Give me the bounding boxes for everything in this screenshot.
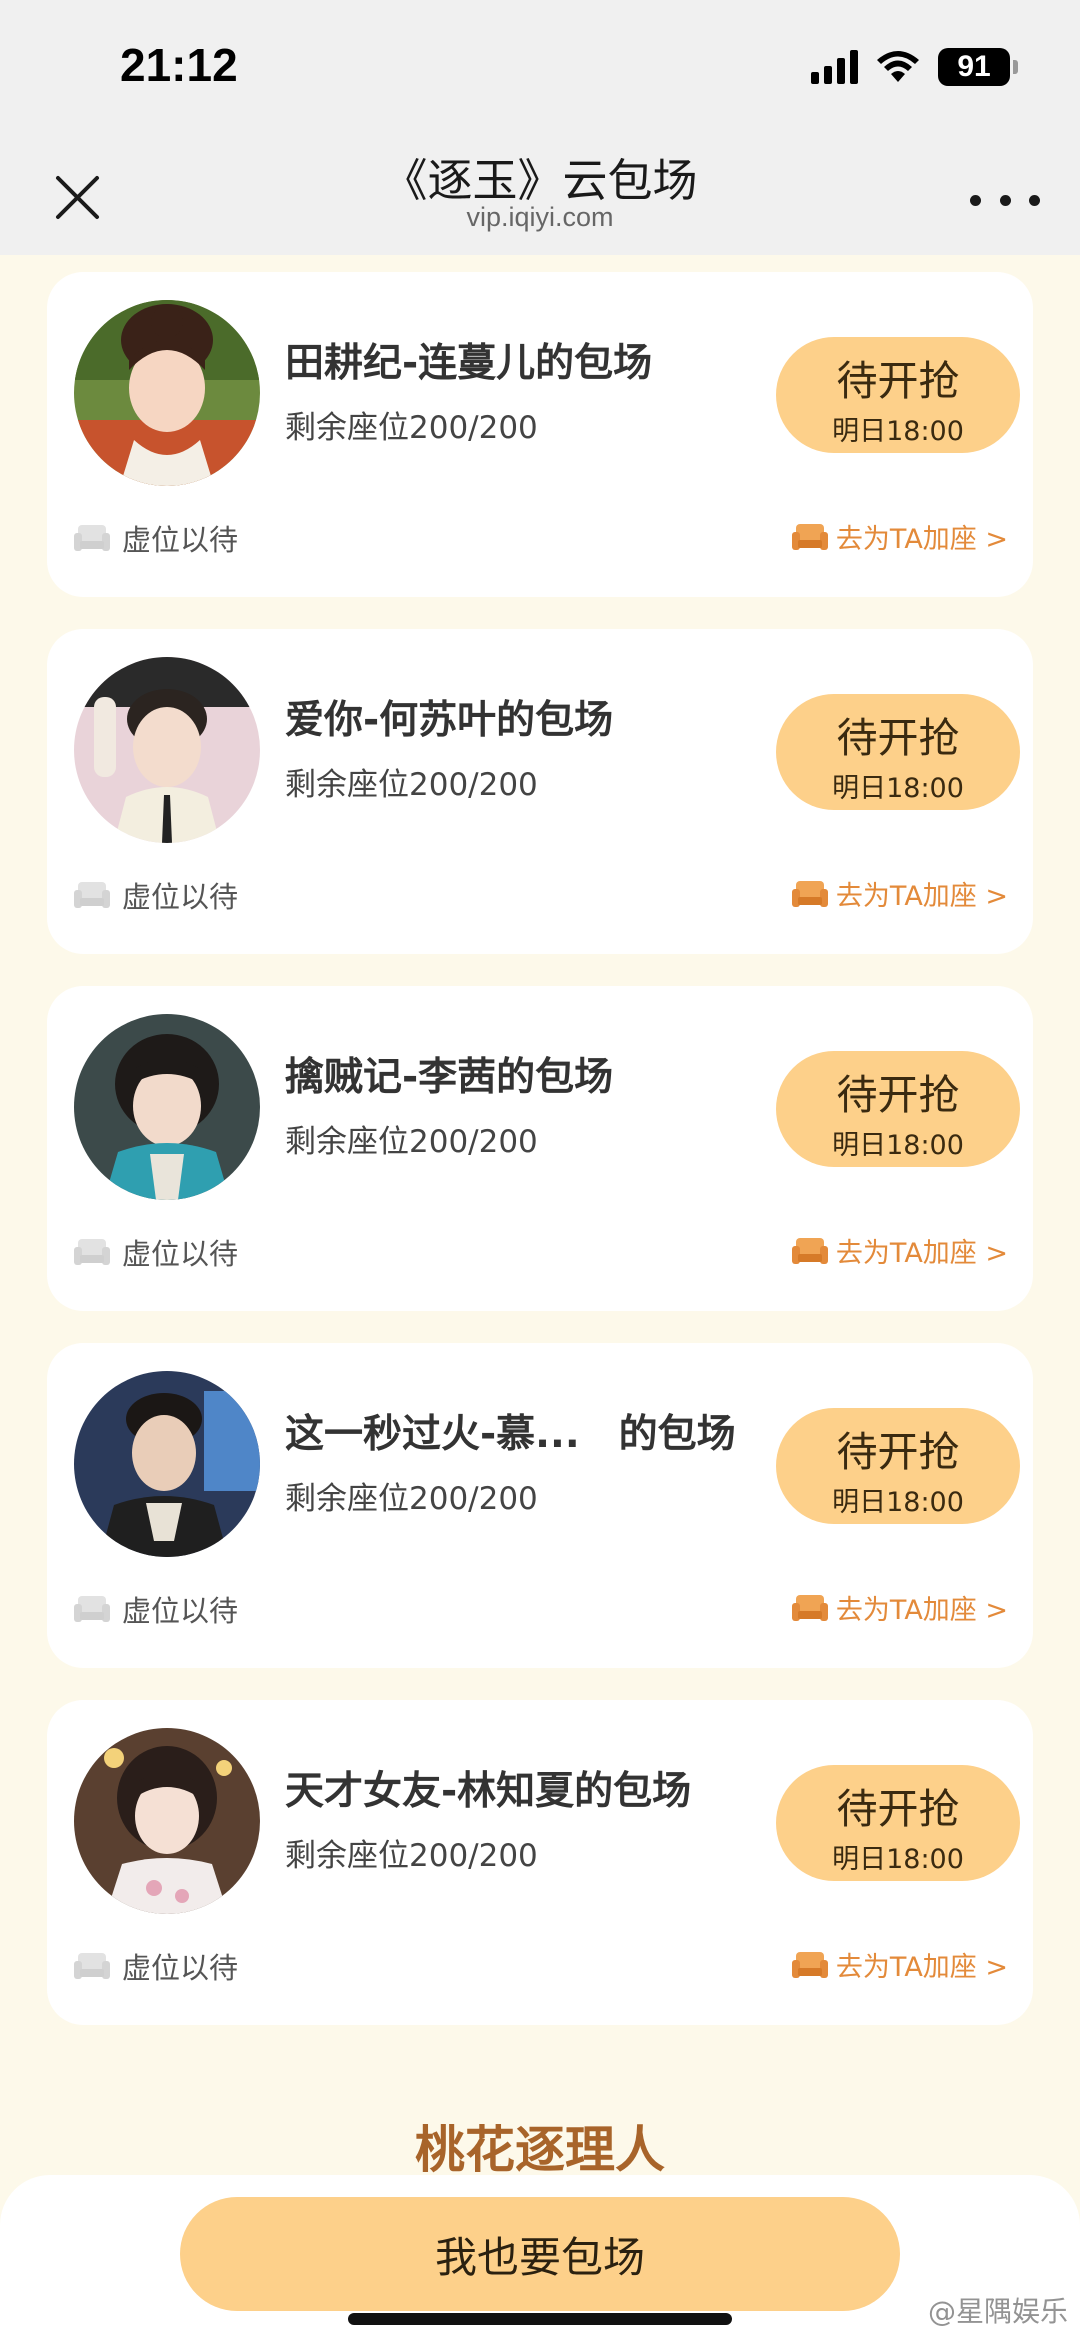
status-time: 21:12 (120, 39, 238, 91)
page-url: vip.iqiyi.com (466, 202, 614, 232)
seat-icon-orange (791, 1594, 828, 1621)
more-button[interactable] (970, 170, 1040, 230)
grab-button-label: 待开抢 (836, 1071, 960, 1119)
seat-icon-orange (791, 1237, 828, 1264)
booking-card[interactable]: 田耕纪-连蔓儿的包场 剩余座位200/200 待开抢 明日18:00 虚位以待 … (47, 272, 1033, 597)
status-icons: 91 (811, 48, 1018, 86)
avatar (74, 300, 260, 486)
nav-bar: 《逐玉》云包场 vip.iqiyi.com (0, 140, 1080, 255)
seat-icon-gray (74, 1239, 110, 1265)
booking-card[interactable]: 爱你-何苏叶的包场 剩余座位200/200 待开抢 明日18:00 虚位以待 去… (47, 629, 1033, 954)
seat-count: 剩余座位200/200 (285, 1481, 538, 1517)
grab-button[interactable]: 待开抢 明日18:00 (776, 1051, 1020, 1167)
seat-icon-orange (791, 1951, 828, 1978)
wifi-icon (877, 51, 919, 82)
add-seat-text: 去为TA加座 > (835, 1952, 1008, 1983)
battery-icon: 91 (938, 48, 1018, 86)
grab-button-label: 待开抢 (836, 1785, 960, 1833)
wait-status: 虚位以待 (74, 874, 238, 916)
card-list: 田耕纪-连蔓儿的包场 剩余座位200/200 待开抢 明日18:00 虚位以待 … (47, 272, 1033, 2057)
grab-button-label: 待开抢 (836, 1428, 960, 1476)
wait-text: 虚位以待 (122, 523, 239, 557)
grab-button-time: 明日18:00 (832, 773, 964, 804)
card-title: 爱你-何苏叶的包场 (285, 698, 614, 743)
booking-card[interactable]: 擒贼记-李茜的包场 剩余座位200/200 待开抢 明日18:00 虚位以待 去… (47, 986, 1033, 1311)
grab-button[interactable]: 待开抢 明日18:00 (776, 1408, 1020, 1524)
add-seat-text: 去为TA加座 > (835, 1595, 1008, 1626)
avatar (74, 657, 260, 843)
seat-icon-gray (74, 1953, 110, 1979)
more-icon (970, 194, 981, 206)
grab-button-time: 明日18:00 (832, 416, 964, 447)
grab-button[interactable]: 待开抢 明日18:00 (776, 337, 1020, 453)
grab-button-label: 待开抢 (836, 714, 960, 762)
seat-icon-orange (791, 880, 828, 907)
book-theater-button[interactable]: 我也要包场 (180, 2197, 900, 2311)
page-title: 《逐玉》云包场 (382, 154, 698, 207)
signal-icon (811, 50, 858, 84)
card-title: 田耕纪-连蔓儿的包场 (285, 341, 653, 386)
add-seat-link[interactable]: 去为TA加座 > (791, 1231, 1008, 1270)
add-seat-text: 去为TA加座 > (835, 881, 1008, 912)
grab-button-label: 待开抢 (836, 357, 960, 405)
seat-count: 剩余座位200/200 (285, 767, 538, 803)
add-seat-link[interactable]: 去为TA加座 > (791, 1588, 1008, 1627)
wait-status: 虚位以待 (74, 1945, 238, 1987)
seat-icon-gray (74, 1596, 110, 1622)
wait-text: 虚位以待 (122, 1951, 239, 1985)
seat-icon-orange (791, 523, 828, 550)
wait-text: 虚位以待 (122, 1237, 239, 1271)
grab-button-time: 明日18:00 (832, 1844, 964, 1875)
add-seat-link[interactable]: 去为TA加座 > (791, 874, 1008, 913)
add-seat-text: 去为TA加座 > (835, 524, 1008, 555)
seat-count: 剩余座位200/200 (285, 1124, 538, 1160)
booking-card[interactable]: 这一秒过火-慕... 的包场 剩余座位200/200 待开抢 明日18:00 虚… (47, 1343, 1033, 1668)
grab-button-time: 明日18:00 (832, 1130, 964, 1161)
wait-text: 虚位以待 (122, 1594, 239, 1628)
bottom-bar: 我也要包场 (0, 2175, 1080, 2337)
wait-text: 虚位以待 (122, 880, 239, 914)
grab-button[interactable]: 待开抢 明日18:00 (776, 1765, 1020, 1881)
grab-button-time: 明日18:00 (832, 1487, 964, 1518)
card-title: 这一秒过火-慕... 的包场 (285, 1412, 736, 1457)
avatar (74, 1728, 260, 1914)
card-title: 天才女友-林知夏的包场 (285, 1769, 692, 1814)
seat-count: 剩余座位200/200 (285, 410, 538, 446)
watermark: @星隅娱乐 (927, 2295, 1068, 2328)
add-seat-link[interactable]: 去为TA加座 > (791, 1945, 1008, 1984)
seat-count: 剩余座位200/200 (285, 1838, 538, 1874)
wait-status: 虚位以待 (74, 1231, 238, 1273)
add-seat-link[interactable]: 去为TA加座 > (791, 517, 1008, 556)
booking-card[interactable]: 天才女友-林知夏的包场 剩余座位200/200 待开抢 明日18:00 虚位以待… (47, 1700, 1033, 2025)
card-title: 擒贼记-李茜的包场 (285, 1055, 614, 1100)
grab-button[interactable]: 待开抢 明日18:00 (776, 694, 1020, 810)
wait-status: 虚位以待 (74, 517, 238, 559)
home-indicator[interactable] (348, 2313, 732, 2325)
add-seat-text: 去为TA加座 > (835, 1238, 1008, 1269)
section-title: 桃花逐理人 (415, 2121, 665, 2179)
seat-icon-gray (74, 882, 110, 908)
wait-status: 虚位以待 (74, 1588, 238, 1630)
seat-icon-gray (74, 525, 110, 551)
avatar (74, 1014, 260, 1200)
status-bar: 21:12 91 (0, 0, 1080, 140)
avatar (74, 1371, 260, 1557)
